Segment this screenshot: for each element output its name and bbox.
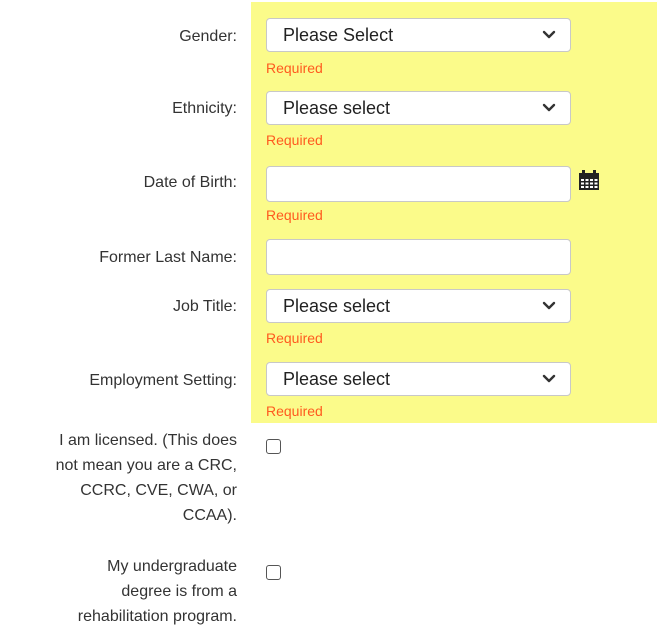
ethnicity-select[interactable]: Please select: [266, 91, 571, 125]
job-title-label: Job Title:: [172, 298, 237, 315]
dob-label: Date of Birth:: [143, 174, 237, 191]
employment-setting-required-text: Required: [266, 403, 323, 419]
gender-select[interactable]: Please Select: [266, 18, 571, 52]
ethnicity-select-value: Please select: [283, 98, 391, 118]
chevron-down-icon: [542, 374, 556, 383]
chevron-down-icon: [542, 301, 556, 310]
former-last-name-input[interactable]: [266, 239, 571, 275]
gender-select-value: Please Select: [283, 25, 394, 45]
licensed-label-line: CCAA).: [182, 507, 237, 524]
licensed-label-line: not mean you are a CRC,: [55, 457, 237, 474]
gender-label: Gender:: [179, 28, 237, 45]
licensed-label-line: CCRC, CVE, CWA, or: [80, 482, 237, 499]
chevron-down-icon: [542, 103, 556, 112]
job-title-select[interactable]: Please select: [266, 289, 571, 323]
undergrad-rehab-checkbox[interactable]: [266, 565, 281, 580]
licensed-label: I am licensed. (This does not mean you a…: [56, 428, 237, 528]
job-title-select-value: Please select: [283, 296, 391, 316]
undergrad-rehab-label-line: degree is from a: [121, 583, 237, 600]
job-title-required-text: Required: [266, 330, 323, 346]
licensed-label-line: I am licensed. (This does: [59, 432, 237, 449]
former-last-name-label: Former Last Name:: [99, 249, 237, 266]
undergrad-rehab-label: My undergraduate degree is from a rehabi…: [78, 554, 237, 629]
dob-input[interactable]: [266, 166, 571, 202]
dob-required-text: Required: [266, 207, 323, 223]
gender-required-text: Required: [266, 60, 323, 76]
employment-setting-label: Employment Setting:: [89, 372, 237, 389]
ethnicity-label: Ethnicity:: [172, 100, 237, 117]
undergrad-rehab-label-line: My undergraduate: [107, 558, 237, 575]
licensed-checkbox[interactable]: [266, 439, 281, 454]
ethnicity-required-text: Required: [266, 132, 323, 148]
chevron-down-icon: [542, 30, 556, 39]
employment-setting-select[interactable]: Please select: [266, 362, 571, 396]
employment-setting-select-value: Please select: [283, 369, 391, 389]
undergrad-rehab-label-line: rehabilitation program.: [77, 608, 237, 625]
calendar-icon[interactable]: [578, 169, 600, 191]
